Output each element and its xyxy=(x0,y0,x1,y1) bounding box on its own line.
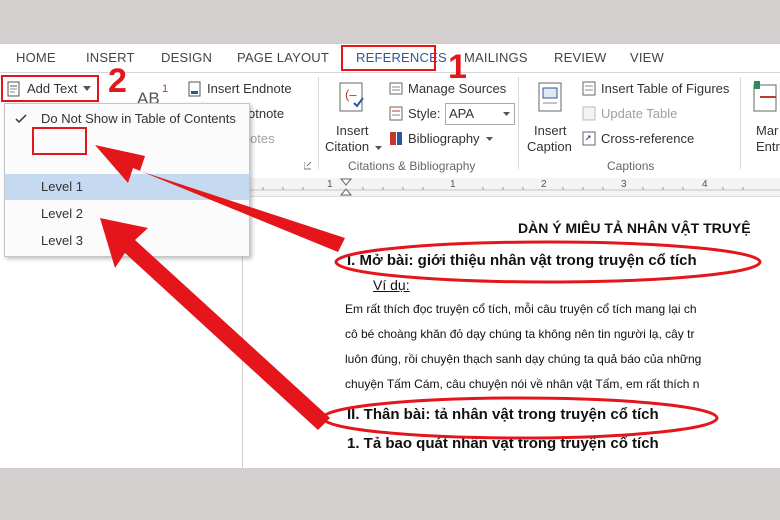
style-icon xyxy=(389,106,403,121)
tab-page-layout[interactable]: PAGE LAYOUT xyxy=(237,50,329,65)
paragraph-line: luôn đúng, rồi chuyện thạch sanh dạy chú… xyxy=(345,352,702,366)
references-highlight-box xyxy=(341,45,436,71)
tab-home[interactable]: HOME xyxy=(16,50,56,65)
chevron-down-icon xyxy=(503,112,510,116)
ruler-number: 3 xyxy=(621,179,627,190)
menu-item-level-3[interactable]: Level 3 xyxy=(5,228,249,254)
word-window: HOME INSERT DESIGN PAGE LAYOUT REFERENCE… xyxy=(0,44,780,468)
style-label: Style: xyxy=(408,106,441,121)
ruler-number: 4 xyxy=(702,179,708,190)
mark-entry-label-1[interactable]: Mar xyxy=(756,123,778,138)
update-table-icon xyxy=(582,106,596,121)
heading-2: II. Thân bài: tả nhân vật trong truyện c… xyxy=(347,406,659,423)
insert-endnote-button[interactable]: Insert Endnote xyxy=(207,81,292,96)
ruler-number: 1 xyxy=(450,179,456,190)
paragraph-line: cô bé choàng khăn đỏ dạy chúng ta không … xyxy=(345,327,695,341)
insert-footnote-sup: 1 xyxy=(162,83,169,95)
step-1-number: 1 xyxy=(448,48,467,86)
menu-item-level-2[interactable]: Level 2 xyxy=(5,201,249,227)
chevron-down-icon xyxy=(375,146,382,150)
menu-item-label: Do Not Show in Table of Contents xyxy=(41,111,236,126)
table-of-figures-icon xyxy=(582,81,596,96)
bibliography-button[interactable]: Bibliography xyxy=(408,131,480,146)
level-1-highlight-box xyxy=(32,127,87,155)
next-footnote-button[interactable]: otnote xyxy=(248,106,284,121)
show-notes-button[interactable]: otes xyxy=(250,131,275,146)
cross-reference-icon xyxy=(582,131,596,146)
add-text-highlight-box xyxy=(1,75,99,102)
menu-item-label: Level 1 xyxy=(41,179,83,194)
group-separator xyxy=(740,77,741,169)
tab-view[interactable]: VIEW xyxy=(630,50,664,65)
menu-item-label: Level 3 xyxy=(41,233,83,248)
paragraph-line: Em rất thích đọc truyện cổ tích, mỗi câu… xyxy=(345,302,697,316)
insert-endnote-icon xyxy=(188,81,201,97)
insert-citation-label-1[interactable]: Insert xyxy=(336,123,369,138)
checkmark-icon xyxy=(15,114,27,124)
mark-entry-label-2[interactable]: Entr xyxy=(756,139,780,154)
cross-reference-button[interactable]: Cross-reference xyxy=(601,131,694,146)
insert-table-of-figures-button[interactable]: Insert Table of Figures xyxy=(601,81,729,96)
indent-marker xyxy=(339,178,353,196)
group-separator xyxy=(318,77,319,169)
document-title: DÀN Ý MIÊU TẢ NHÂN VẬT TRUYỆ xyxy=(518,220,751,236)
manage-sources-icon xyxy=(389,82,403,95)
group-separator xyxy=(518,77,519,169)
horizontal-ruler: 1 2 1 2 3 4 xyxy=(243,178,780,197)
captions-group-label: Captions xyxy=(607,159,655,173)
style-select[interactable]: APA xyxy=(445,103,515,125)
subheading: 1. Tả bao quát nhân vật trong truyện cổ … xyxy=(347,435,659,452)
tab-review[interactable]: REVIEW xyxy=(554,50,606,65)
mark-entry-icon xyxy=(753,81,777,112)
chevron-down-icon xyxy=(486,137,493,141)
menu-item-level-1[interactable]: Level 1 xyxy=(5,174,249,200)
citations-group-label: Citations & Bibliography xyxy=(348,159,476,173)
style-select-value: APA xyxy=(449,106,475,121)
example-label: Ví dụ: xyxy=(373,277,410,293)
step-2-number: 2 xyxy=(108,62,127,100)
ruler-ticks xyxy=(243,178,780,196)
document-area: 1 2 1 2 3 4 DÀN Ý MIÊU TẢ NHÂN VẬT TRUYỆ… xyxy=(243,178,780,468)
update-table-button[interactable]: Update Table xyxy=(601,106,677,121)
insert-caption-label-1[interactable]: Insert xyxy=(534,123,567,138)
dialog-launcher-icon[interactable] xyxy=(304,162,312,170)
insert-caption-label-2[interactable]: Caption xyxy=(527,139,572,154)
insert-citation-icon: (– xyxy=(339,82,364,112)
menu-item-label: Level 2 xyxy=(41,206,83,221)
bibliography-icon xyxy=(390,132,402,145)
tab-mailings[interactable]: MAILINGS xyxy=(464,50,528,65)
svg-text:(–: (– xyxy=(345,87,357,102)
insert-citation-label-2[interactable]: Citation xyxy=(325,139,369,154)
ruler-number: 2 xyxy=(541,179,547,190)
tab-design[interactable]: DESIGN xyxy=(161,50,212,65)
heading-1: I. Mở bài: giới thiệu nhân vật trong tru… xyxy=(347,252,697,269)
ruler-number: 1 xyxy=(327,179,333,190)
insert-caption-icon xyxy=(538,82,562,112)
paragraph-line: chuyện Tấm Cám, câu chuyện nói về nhân v… xyxy=(345,377,700,391)
